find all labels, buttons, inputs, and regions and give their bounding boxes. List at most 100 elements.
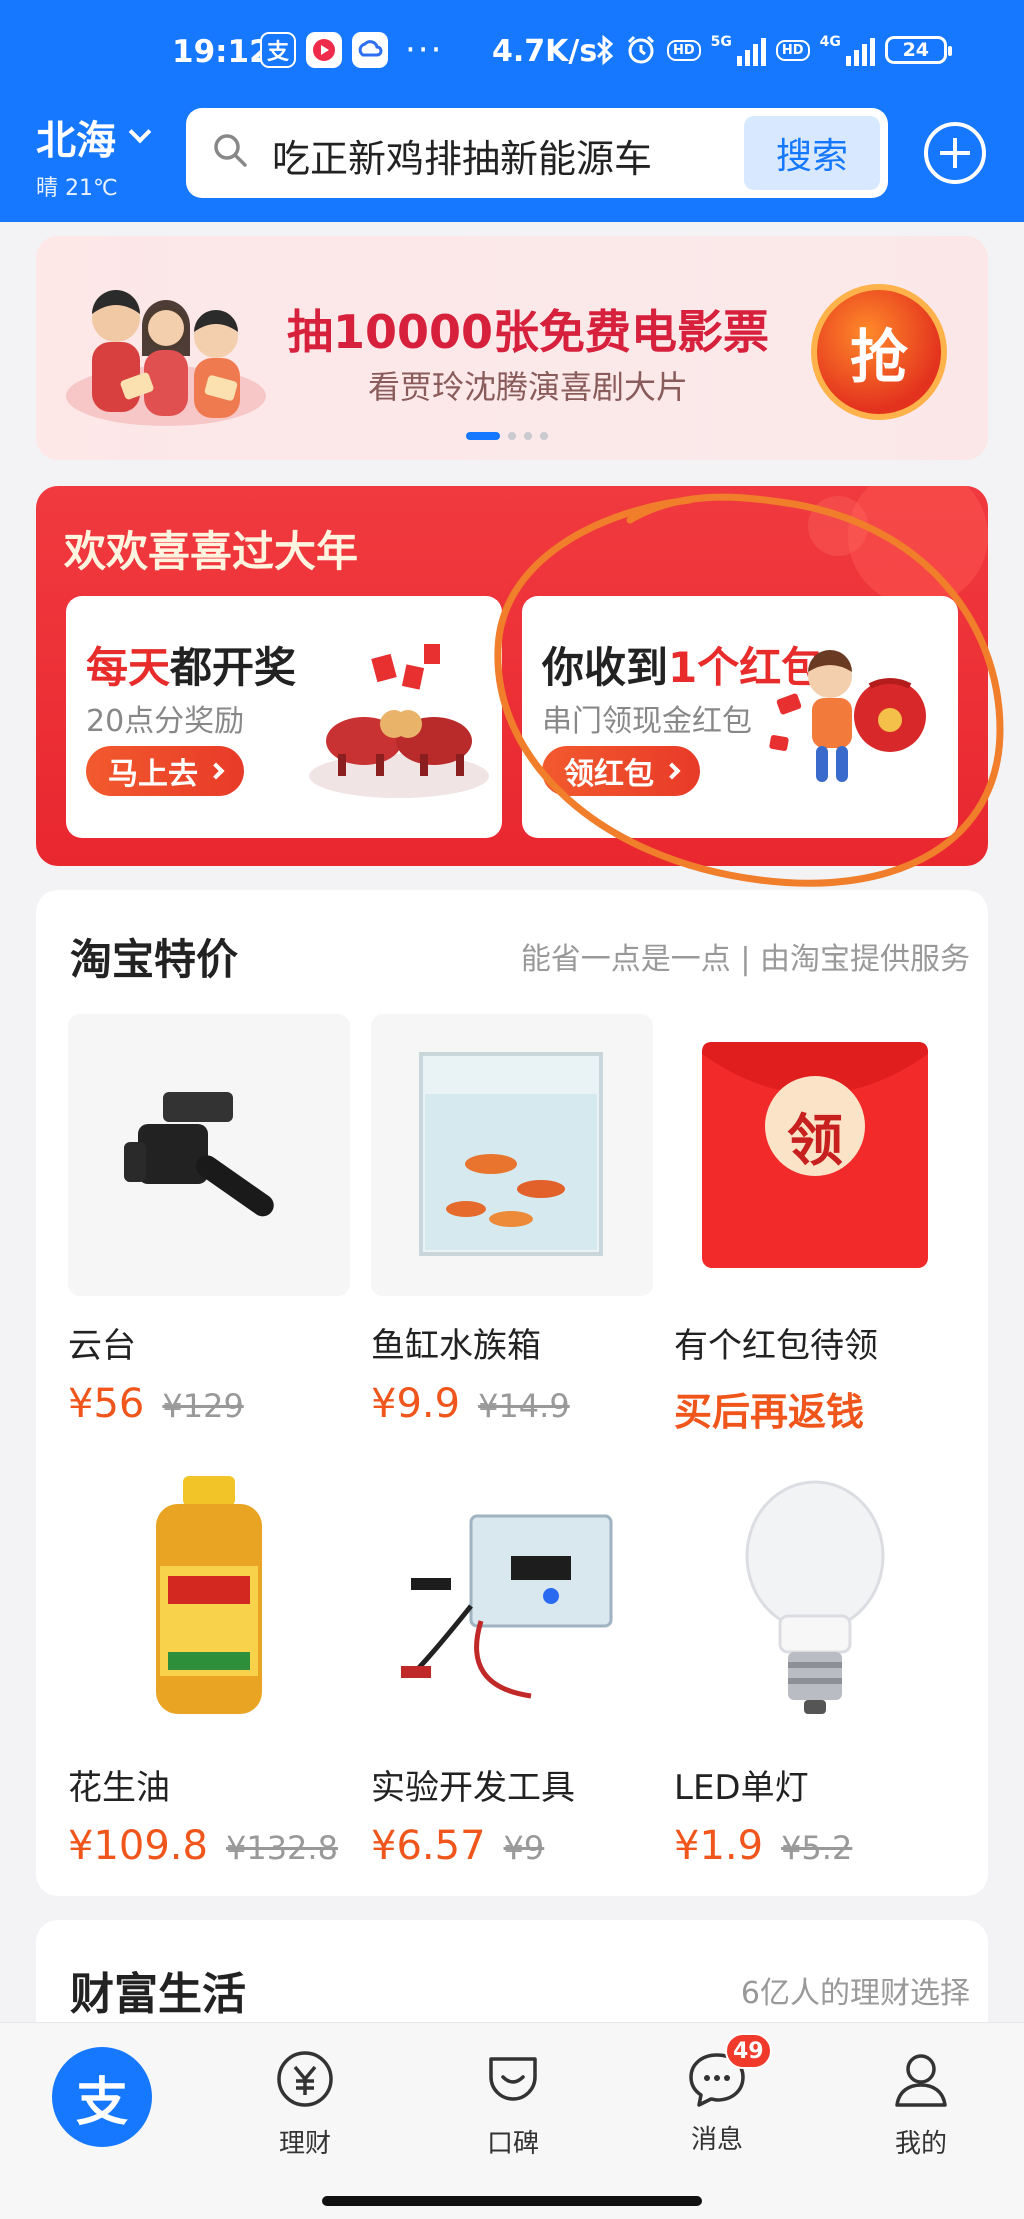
hd-icon-2: HD	[775, 39, 810, 61]
cloud-notification-icon	[352, 32, 388, 68]
product-name: LED单灯	[674, 1768, 809, 1808]
product-name: 实验开发工具	[371, 1768, 575, 1808]
product-card[interactable]: 领 有个红包待领 买后再返钱	[674, 1014, 956, 1436]
alarm-icon	[627, 35, 655, 64]
ox-illustration	[309, 644, 489, 798]
product-card[interactable]: 鱼缸水族箱 ¥9.9 ¥14.9	[371, 1014, 653, 1427]
status-right-icons: HD 5G HD 4G 24	[595, 34, 952, 66]
product-name: 云台	[68, 1326, 136, 1366]
product-price: ¥1.9	[674, 1823, 764, 1869]
product-price: ¥9.9	[371, 1381, 461, 1427]
product-image-dev-tool[interactable]	[371, 1456, 653, 1738]
product-name: 鱼缸水族箱	[371, 1326, 541, 1366]
chevron-down-icon	[128, 120, 152, 144]
page-dot-active	[466, 432, 500, 440]
plus-icon[interactable]	[924, 122, 986, 184]
new-year-title: 欢欢喜喜过大年	[64, 527, 359, 576]
status-time: 19:12	[172, 34, 271, 70]
nav-item-mine[interactable]: 我的	[846, 2043, 996, 2160]
more-notifications-icon: ···	[405, 30, 444, 70]
bottom-nav: 支 理财 口碑 49 消息 我的	[0, 2022, 1024, 2219]
banner-subtitle: 看贾玲沈腾演喜剧大片	[367, 368, 688, 406]
product-price: ¥109.8	[68, 1823, 208, 1869]
product-image-fish-tank[interactable]	[371, 1014, 653, 1296]
product-name: 有个红包待领	[674, 1326, 878, 1366]
video-notification-icon	[306, 32, 342, 68]
alipay-notification-icon: 支	[260, 32, 296, 68]
red-packet-card[interactable]: 你收到1个红包 串门领现金红包 领红包	[522, 596, 958, 838]
nav-label[interactable]: 口碑	[438, 2123, 588, 2160]
banner-title: 抽10000张免费电影票	[286, 305, 770, 359]
go-now-button[interactable]: 马上去	[86, 746, 244, 796]
page-dot	[524, 432, 532, 440]
product-image-led-bulb[interactable]	[674, 1456, 956, 1738]
product-image-red-packet[interactable]: 领	[674, 1014, 956, 1296]
product-old-price: ¥5.2	[781, 1829, 853, 1867]
person-icon	[895, 2054, 947, 2107]
search-input[interactable]: 吃正新鸡排抽新能源车	[272, 128, 652, 183]
daily-lottery-card[interactable]: 每天都开奖 20点分奖励 马上去	[66, 596, 502, 838]
product-card[interactable]: LED单灯 ¥1.9 ¥5.2	[674, 1456, 956, 1869]
nav-label[interactable]: 我的	[846, 2123, 996, 2160]
signal-5g-icon: 5G	[711, 34, 766, 66]
taobao-subtitle[interactable]: 能省一点是一点 | 由淘宝提供服务	[521, 934, 970, 978]
product-promo: 买后再返钱	[674, 1390, 865, 1434]
nav-item-messages[interactable]: 49 消息	[642, 2033, 792, 2156]
wealth-subtitle[interactable]: 6亿人的理财选择	[741, 1968, 970, 2012]
product-old-price: ¥132.8	[225, 1829, 338, 1867]
bluetooth-icon	[596, 34, 614, 66]
product-old-price: ¥9	[503, 1829, 545, 1867]
yuan-icon	[277, 2051, 333, 2107]
product-card[interactable]: 云台 ¥56 ¥129	[68, 1014, 350, 1427]
search-bar[interactable]: 吃正新鸡排抽新能源车 搜索	[186, 108, 888, 198]
message-count-badge: 49	[725, 2033, 772, 2069]
chevron-right-icon	[663, 762, 681, 780]
status-bar: 19:12 支 ··· 4.7K/s HD 5G HD 4G 24	[0, 28, 1024, 88]
signal-4g-icon: 4G	[820, 34, 875, 66]
red-packet-glyph: 领	[787, 1109, 843, 1174]
card2-title-pre: 你收到	[542, 643, 669, 692]
wealth-title: 财富生活	[70, 1969, 246, 2020]
promo-banner[interactable]: 抽10000张免费电影票 看贾玲沈腾演喜剧大片 抢	[36, 236, 988, 460]
card1-subtitle: 20点分奖励	[86, 704, 245, 739]
gesture-home-bar[interactable]	[322, 2196, 702, 2206]
product-old-price: ¥14.9	[478, 1387, 570, 1425]
search-icon	[214, 134, 247, 167]
card1-title-highlight: 每天	[86, 643, 171, 692]
claim-red-packet-button[interactable]: 领红包	[542, 746, 700, 796]
banner-pagination	[466, 432, 548, 440]
product-old-price: ¥129	[162, 1387, 244, 1425]
card2-subtitle: 串门领现金红包	[542, 704, 752, 739]
nav-item-wealth[interactable]: 理财	[230, 2043, 380, 2160]
hd-icon: HD	[667, 39, 701, 61]
product-card[interactable]: 实验开发工具 ¥6.57 ¥9	[371, 1456, 653, 1869]
product-card[interactable]: 花生油 ¥109.8 ¥132.8	[68, 1456, 350, 1869]
city-name[interactable]: 北海	[36, 108, 116, 166]
home-alipay-icon[interactable]: 支	[52, 2047, 152, 2147]
location-selector[interactable]: 北海 晴 21℃	[36, 108, 152, 202]
nav-label[interactable]: 理财	[230, 2123, 380, 2160]
status-app-icons: 支	[260, 32, 388, 68]
weather-info: 晴 21℃	[36, 176, 118, 201]
taobao-deals-section: 淘宝特价 能省一点是一点 | 由淘宝提供服务 云台 ¥56 ¥129 鱼缸水族箱	[36, 890, 988, 1896]
page-dot	[508, 432, 516, 440]
top-header: 19:12 支 ··· 4.7K/s HD 5G HD 4G 24 北海 晴 2…	[0, 0, 1024, 222]
lantern-decoration	[808, 486, 988, 606]
product-image-tripod[interactable]	[68, 1014, 350, 1296]
product-image-peanut-oil[interactable]	[68, 1456, 350, 1738]
new-year-section: 欢欢喜喜过大年 每天都开奖 20点分奖励 马上去 你收到1个红包 串门领现金红包…	[36, 486, 988, 866]
grab-button[interactable]: 抢	[811, 284, 947, 420]
product-price: ¥56	[68, 1381, 145, 1427]
page-dot	[540, 432, 548, 440]
nav-label[interactable]: 消息	[642, 2119, 792, 2156]
search-button[interactable]: 搜索	[744, 116, 880, 190]
taobao-title: 淘宝特价	[70, 935, 239, 984]
network-speed: 4.7K/s	[492, 34, 598, 69]
red-packet-kid-illustration	[769, 650, 926, 782]
chevron-right-icon	[207, 762, 225, 780]
movie-stars-illustration	[66, 290, 266, 426]
product-name: 花生油	[68, 1768, 170, 1808]
card1-title-rest: 都开奖	[170, 643, 297, 692]
koubei-icon	[489, 2057, 537, 2101]
nav-item-koubei[interactable]: 口碑	[438, 2043, 588, 2160]
